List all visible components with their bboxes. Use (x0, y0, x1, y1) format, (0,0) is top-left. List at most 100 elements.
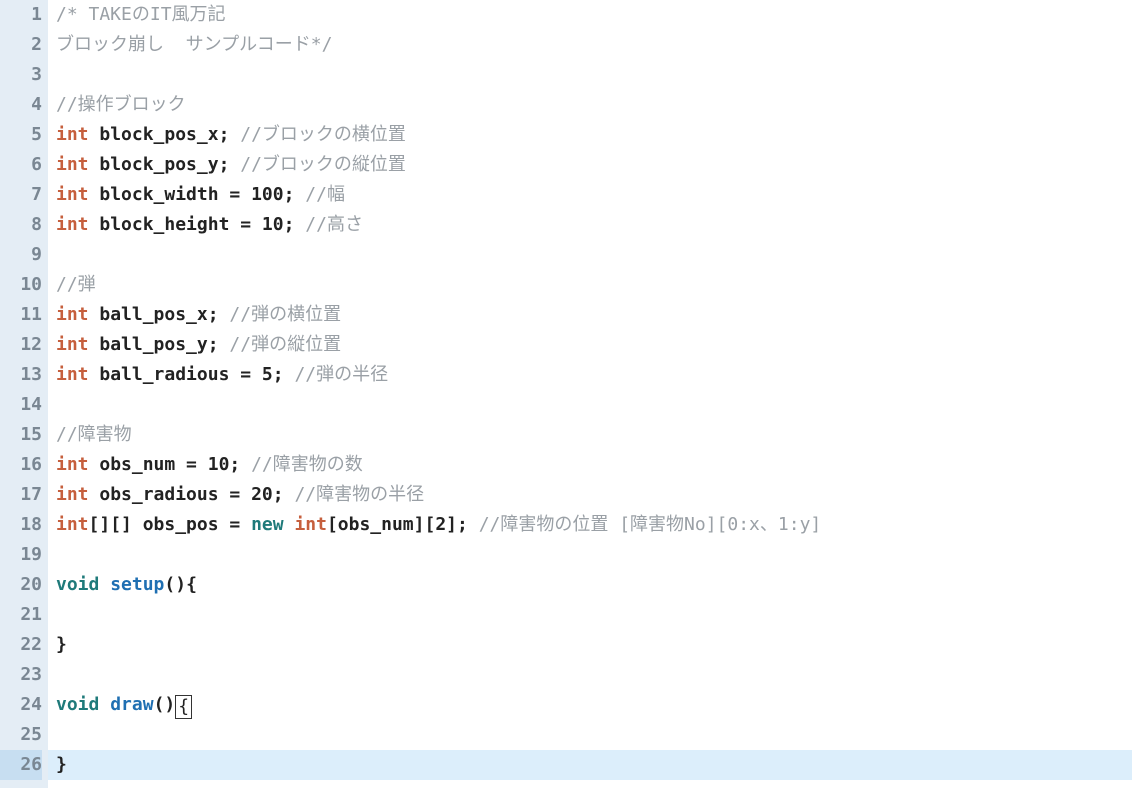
code-line[interactable]: //弾 (48, 270, 1132, 300)
code-line[interactable]: void setup(){ (48, 570, 1132, 600)
code-line[interactable]: } (48, 630, 1132, 660)
token (89, 124, 100, 145)
code-line[interactable]: } (48, 750, 1132, 780)
token-ident: [][] obs_pos = (89, 514, 252, 535)
token-comment: //操作ブロック (56, 94, 186, 115)
token-ident: ball_pos_y; (99, 334, 218, 355)
code-line[interactable]: int ball_pos_x; //弾の横位置 (48, 300, 1132, 330)
token (89, 484, 100, 505)
token-comment: ブロック崩し サンプルコード*/ (56, 34, 332, 55)
token-kwtype: int (56, 484, 89, 505)
token-ident: block_height = 10; (99, 214, 294, 235)
token (294, 214, 305, 235)
token (89, 364, 100, 385)
line-number: 11 (0, 300, 42, 330)
code-line[interactable]: int block_height = 10; //高さ (48, 210, 1132, 240)
token-ident: () (154, 694, 176, 715)
code-line[interactable]: int[][] obs_pos = new int[obs_num][2]; /… (48, 510, 1132, 540)
line-number: 5 (0, 120, 42, 150)
line-number: 24 (0, 690, 42, 720)
code-line[interactable]: int obs_num = 10; //障害物の数 (48, 450, 1132, 480)
token-ident: } (56, 754, 67, 775)
line-number: 13 (0, 360, 42, 390)
code-line[interactable]: /* TAKEのIT風万記 (48, 0, 1132, 30)
token (99, 694, 110, 715)
code-line[interactable] (48, 390, 1132, 420)
code-line[interactable]: int block_pos_y; //ブロックの縦位置 (48, 150, 1132, 180)
token-comment: //弾の縦位置 (229, 334, 341, 355)
token-func: draw (110, 694, 153, 715)
code-line[interactable]: void draw(){ (48, 690, 1132, 720)
token-comment: //高さ (305, 214, 363, 235)
token-comment: //障害物の数 (251, 454, 363, 475)
token-kwtype: int (56, 214, 89, 235)
token-ident: obs_radious = 20; (99, 484, 283, 505)
line-number: 20 (0, 570, 42, 600)
token-kwtype: int (56, 154, 89, 175)
token-ident: ball_pos_x; (99, 304, 218, 325)
line-number: 9 (0, 240, 42, 270)
code-line[interactable]: int obs_radious = 20; //障害物の半径 (48, 480, 1132, 510)
token (89, 334, 100, 355)
token-kwtype: int (56, 124, 89, 145)
line-number: 21 (0, 600, 42, 630)
token-ident: (){ (164, 574, 197, 595)
code-line[interactable]: int ball_pos_y; //弾の縦位置 (48, 330, 1132, 360)
token-comment: //障害物の半径 (294, 484, 424, 505)
token-ident: ball_radious = 5; (99, 364, 283, 385)
line-number: 3 (0, 60, 42, 90)
code-editor-area[interactable]: /* TAKEのIT風万記ブロック崩し サンプルコード*/ //操作ブロック int… (48, 0, 1132, 788)
code-line[interactable]: int block_width = 100; //幅 (48, 180, 1132, 210)
code-line[interactable]: int block_pos_x; //ブロックの横位置 (48, 120, 1132, 150)
code-line[interactable]: //操作ブロック (48, 90, 1132, 120)
line-number: 26 (0, 750, 42, 780)
token (89, 184, 100, 205)
token-kwvoid: void (56, 574, 99, 595)
token-ident: block_pos_y; (99, 154, 229, 175)
token (284, 484, 295, 505)
token-kwtype: int (56, 334, 89, 355)
token (89, 304, 100, 325)
token-kwtype: int (56, 364, 89, 385)
token-ident: [obs_num][2]; (327, 514, 468, 535)
line-number: 8 (0, 210, 42, 240)
token-ident: block_width = 100; (99, 184, 294, 205)
line-number: 14 (0, 390, 42, 420)
line-number: 6 (0, 150, 42, 180)
token (229, 124, 240, 145)
token (89, 214, 100, 235)
line-number-gutter: 1234567891011121314151617181920212223242… (0, 0, 48, 788)
line-number: 4 (0, 90, 42, 120)
token (89, 154, 100, 175)
line-number: 18 (0, 510, 42, 540)
token-kwvoid: new (251, 514, 284, 535)
token (229, 154, 240, 175)
code-line[interactable]: ブロック崩し サンプルコード*/ (48, 30, 1132, 60)
line-number: 12 (0, 330, 42, 360)
line-number: 15 (0, 420, 42, 450)
code-line[interactable] (48, 720, 1132, 750)
token-kwtype: int (56, 304, 89, 325)
code-line[interactable] (48, 240, 1132, 270)
token-comment: //幅 (305, 184, 345, 205)
token-ident: block_pos_x; (99, 124, 229, 145)
line-number: 1 (0, 0, 42, 30)
code-line[interactable] (48, 660, 1132, 690)
token-kwtype: int (56, 184, 89, 205)
token (89, 454, 100, 475)
token-cursor-box: { (175, 695, 192, 719)
line-number: 17 (0, 480, 42, 510)
line-number: 19 (0, 540, 42, 570)
line-number: 16 (0, 450, 42, 480)
token-comment: //弾の半径 (294, 364, 388, 385)
token-kwtype: int (294, 514, 327, 535)
code-line[interactable] (48, 600, 1132, 630)
code-line[interactable] (48, 540, 1132, 570)
line-number: 25 (0, 720, 42, 750)
token (240, 454, 251, 475)
code-line[interactable]: //障害物 (48, 420, 1132, 450)
token (468, 514, 479, 535)
token-comment: //障害物 (56, 424, 132, 445)
code-line[interactable] (48, 60, 1132, 90)
code-line[interactable]: int ball_radious = 5; //弾の半径 (48, 360, 1132, 390)
